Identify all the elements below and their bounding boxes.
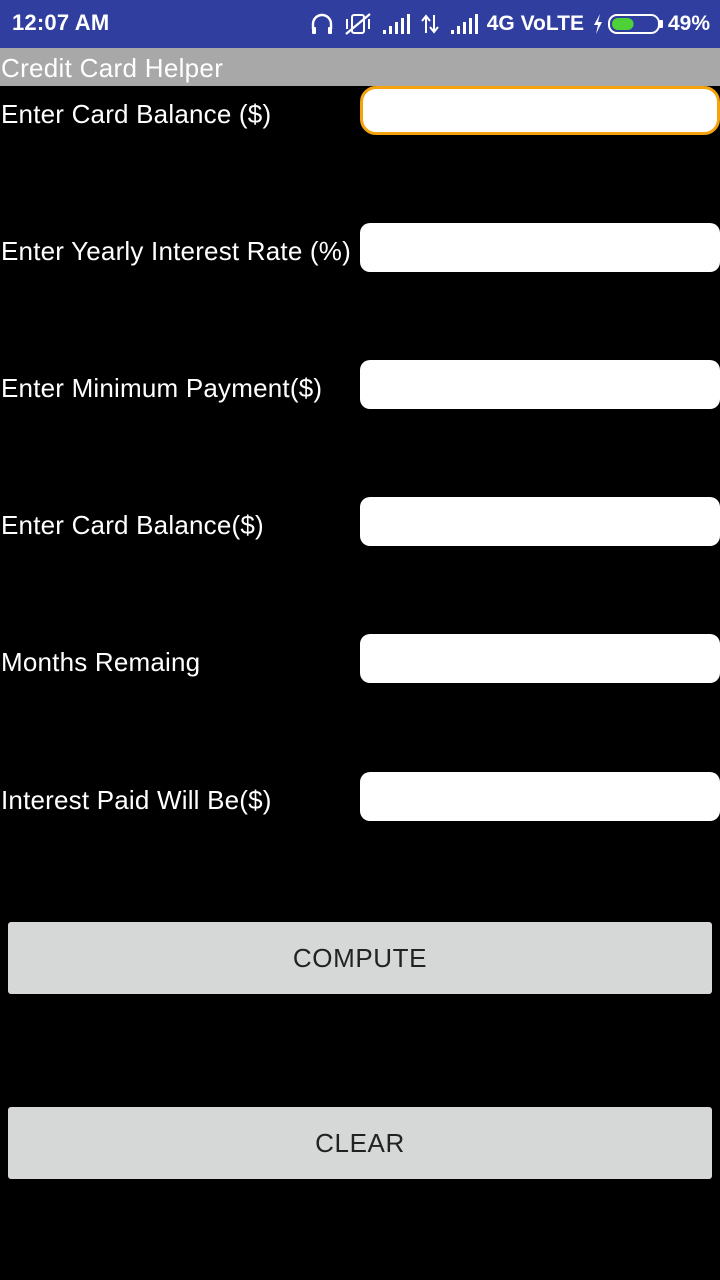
interest-rate-input[interactable] <box>360 223 720 272</box>
battery-icon <box>607 13 664 35</box>
interest-rate-label: Enter Yearly Interest Rate (%) <box>1 236 351 266</box>
card-balance-input[interactable] <box>360 86 720 135</box>
status-bar: 12:07 AM 4G VoLTE 49% <box>0 0 720 48</box>
vibrate-off-icon <box>343 11 373 37</box>
clear-button[interactable]: CLEAR <box>8 1107 712 1179</box>
data-transfer-icon <box>419 11 441 37</box>
card-balance-label: Enter Card Balance ($) <box>1 99 272 129</box>
charging-icon <box>592 13 604 35</box>
status-time: 12:07 AM <box>12 10 110 35</box>
minimum-payment-input[interactable] <box>360 360 720 409</box>
app-title-bar: Credit Card Helper <box>0 48 720 86</box>
interest-paid-label: Interest Paid Will Be($) <box>1 785 272 815</box>
months-remaining-input[interactable] <box>360 634 720 683</box>
battery-indicator: 49% <box>592 12 710 36</box>
signal-icon <box>449 12 479 36</box>
card-balance-result-input[interactable] <box>360 497 720 546</box>
months-remaining-label: Months Remaing <box>1 647 201 677</box>
interest-paid-input[interactable] <box>360 772 720 821</box>
status-icons: 4G VoLTE 49% <box>309 8 710 40</box>
headphones-icon <box>309 11 335 37</box>
network-type-label: 4G VoLTE <box>486 12 584 35</box>
battery-percent: 49% <box>667 12 710 35</box>
minimum-payment-label: Enter Minimum Payment($) <box>1 373 323 403</box>
card-balance-result-label: Enter Card Balance($) <box>1 510 264 540</box>
signal-icon <box>381 12 411 36</box>
compute-button[interactable]: COMPUTE <box>8 922 712 994</box>
app-title: Credit Card Helper <box>1 53 224 83</box>
